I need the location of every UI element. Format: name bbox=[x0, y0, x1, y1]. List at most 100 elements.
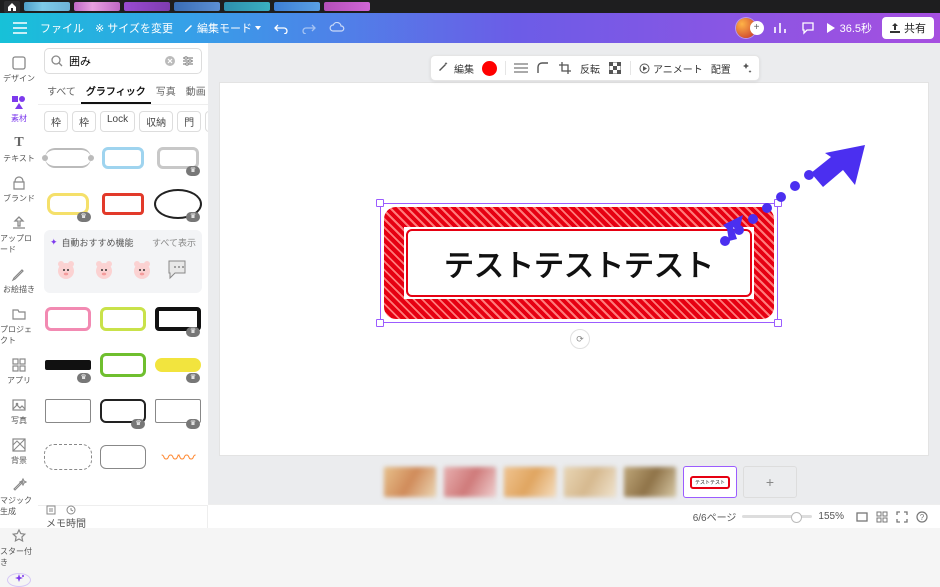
browser-tab[interactable] bbox=[224, 2, 270, 11]
edit-image-button[interactable]: 編集 bbox=[437, 61, 474, 76]
recommend-item[interactable] bbox=[164, 253, 196, 287]
recommend-item[interactable] bbox=[126, 253, 158, 287]
browser-tab[interactable] bbox=[24, 2, 70, 11]
redo-button[interactable] bbox=[297, 16, 321, 40]
duration-button[interactable]: 時間 bbox=[66, 505, 86, 530]
browser-tab[interactable] bbox=[324, 2, 370, 11]
chip[interactable]: 収納 bbox=[139, 111, 173, 132]
asset-item[interactable]: ♛ bbox=[153, 184, 202, 224]
chip[interactable]: 枠 bbox=[72, 111, 96, 132]
rail-background[interactable]: 背景 bbox=[0, 431, 38, 471]
transparency-icon[interactable] bbox=[608, 61, 622, 75]
asset-item[interactable] bbox=[99, 184, 148, 224]
position-button[interactable]: 配置 bbox=[711, 61, 731, 76]
resize-handle[interactable] bbox=[774, 319, 782, 327]
cloud-sync-icon[interactable] bbox=[325, 16, 349, 40]
notes-button[interactable]: メモ bbox=[46, 505, 66, 530]
rail-photo[interactable]: 写真 bbox=[0, 391, 38, 431]
asset-item[interactable] bbox=[99, 138, 148, 178]
chip[interactable]: 門 bbox=[177, 111, 201, 132]
add-page-button[interactable]: + bbox=[743, 466, 797, 498]
file-menu[interactable]: ファイル bbox=[34, 18, 90, 38]
asset-item[interactable] bbox=[99, 299, 148, 339]
home-tab[interactable] bbox=[4, 1, 20, 13]
asset-item[interactable] bbox=[99, 345, 148, 385]
asset-item[interactable]: ♛ bbox=[153, 299, 202, 339]
asset-item[interactable]: ♛ bbox=[44, 345, 93, 385]
rail-elements[interactable]: 素材 bbox=[0, 89, 38, 129]
fill-color-swatch[interactable] bbox=[482, 61, 497, 76]
rail-brand[interactable]: ブランド bbox=[0, 169, 38, 209]
chip[interactable]: 枠 bbox=[44, 111, 68, 132]
edit-mode-menu[interactable]: 編集モード bbox=[178, 18, 267, 38]
asset-item[interactable]: ♛ bbox=[99, 391, 148, 431]
rail-design[interactable]: デザイン bbox=[0, 49, 38, 89]
rotate-handle[interactable]: ⟳ bbox=[570, 329, 590, 349]
play-preview-button[interactable]: 36.5秒 bbox=[826, 20, 872, 36]
page-thumb[interactable] bbox=[563, 466, 617, 498]
resize-menu[interactable]: ※ サイズを変更 bbox=[90, 18, 178, 38]
help-icon[interactable]: ? bbox=[916, 511, 928, 523]
recommend-item[interactable] bbox=[50, 253, 82, 287]
search-box[interactable] bbox=[44, 48, 202, 74]
page-thumb[interactable] bbox=[623, 466, 677, 498]
rail-draw[interactable]: お絵描き bbox=[0, 260, 38, 300]
recommend-see-all[interactable]: すべて表示 bbox=[152, 236, 196, 249]
resize-handle[interactable] bbox=[376, 319, 384, 327]
undo-button[interactable] bbox=[269, 16, 293, 40]
flip-button[interactable]: 反転 bbox=[580, 61, 600, 76]
border-style-icon[interactable] bbox=[514, 61, 528, 75]
ai-sparkle-button[interactable] bbox=[7, 573, 31, 587]
zoom-knob[interactable] bbox=[791, 512, 802, 523]
asset-item[interactable] bbox=[99, 437, 148, 477]
search-options-icon[interactable] bbox=[181, 54, 195, 68]
browser-tab[interactable] bbox=[124, 2, 170, 11]
fit-view-icon[interactable] bbox=[856, 511, 868, 523]
rail-upload[interactable]: アップロード bbox=[0, 209, 38, 260]
zoom-slider[interactable] bbox=[742, 515, 812, 518]
add-member-button[interactable]: + bbox=[750, 21, 764, 35]
analytics-icon[interactable] bbox=[768, 16, 792, 40]
menu-icon[interactable] bbox=[8, 16, 32, 40]
fullscreen-icon[interactable] bbox=[896, 511, 908, 523]
rail-starred[interactable]: スター付き bbox=[0, 522, 38, 573]
clear-search-icon[interactable] bbox=[163, 54, 177, 68]
canvas[interactable]: テストテストテスト ⟳ bbox=[220, 83, 928, 455]
resize-handle[interactable] bbox=[376, 199, 384, 207]
recommend-item[interactable] bbox=[88, 253, 120, 287]
search-input[interactable] bbox=[67, 52, 159, 70]
asset-item[interactable]: ♛ bbox=[44, 184, 93, 224]
chip[interactable]: Lock bbox=[100, 111, 135, 132]
asset-item[interactable]: ♛ bbox=[153, 391, 202, 431]
asset-item[interactable]: 〰〰 bbox=[153, 437, 202, 477]
asset-item[interactable]: ♛ bbox=[153, 138, 202, 178]
tab-photo[interactable]: 写真 bbox=[151, 79, 181, 104]
page-thumb[interactable] bbox=[383, 466, 437, 498]
asset-item[interactable] bbox=[44, 437, 93, 477]
asset-item[interactable] bbox=[44, 391, 93, 431]
comment-icon[interactable] bbox=[796, 16, 820, 40]
asset-item[interactable] bbox=[44, 138, 93, 178]
context-toolbar: 編集 反転 アニメート 配置 bbox=[430, 55, 760, 81]
animate-button[interactable]: アニメート bbox=[639, 61, 703, 76]
tab-graphic[interactable]: グラフィック bbox=[81, 79, 151, 104]
corner-radius-icon[interactable] bbox=[536, 61, 550, 75]
browser-tab[interactable] bbox=[274, 2, 320, 11]
browser-tab[interactable] bbox=[174, 2, 220, 11]
rail-apps[interactable]: アプリ bbox=[0, 351, 38, 391]
more-tools-icon[interactable] bbox=[739, 61, 753, 75]
grid-view-icon[interactable] bbox=[876, 511, 888, 523]
page-thumb-current[interactable]: テストテスト bbox=[683, 466, 737, 498]
rail-projects[interactable]: プロジェクト bbox=[0, 300, 38, 351]
asset-item[interactable] bbox=[44, 299, 93, 339]
tab-video[interactable]: 動画 bbox=[181, 79, 208, 104]
tab-all[interactable]: すべて bbox=[42, 79, 81, 104]
crop-icon[interactable] bbox=[558, 61, 572, 75]
share-button[interactable]: 共有 bbox=[882, 17, 934, 39]
rail-magic[interactable]: マジック生成 bbox=[0, 471, 38, 522]
rail-text[interactable]: Tテキスト bbox=[0, 129, 38, 169]
browser-tab[interactable] bbox=[74, 2, 120, 11]
page-thumb[interactable] bbox=[503, 466, 557, 498]
page-thumb[interactable] bbox=[443, 466, 497, 498]
asset-item[interactable]: ♛ bbox=[153, 345, 202, 385]
